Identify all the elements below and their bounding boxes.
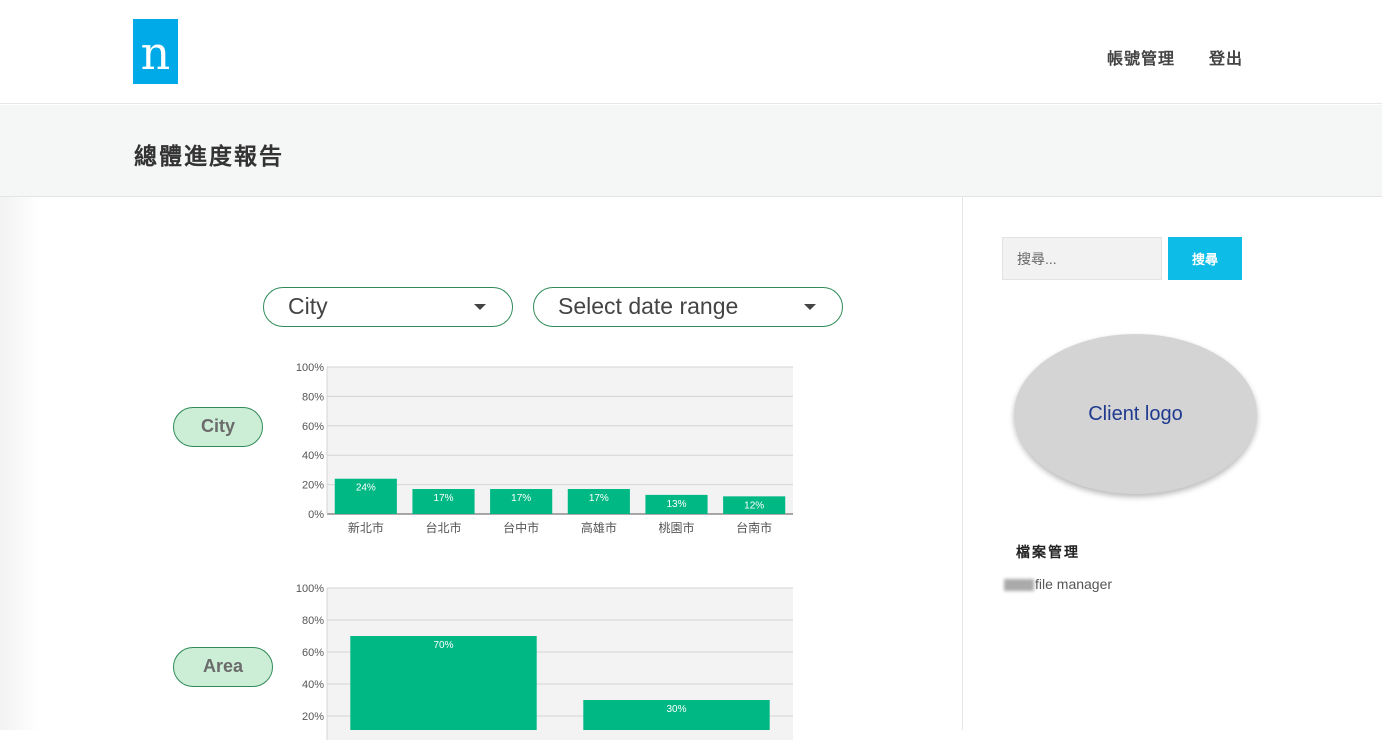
caret-down-icon [804, 304, 816, 310]
date-range-dropdown[interactable]: Select date range [533, 287, 843, 327]
page-title: 總體進度報告 [134, 143, 284, 169]
y-tick-label: 80% [302, 615, 324, 627]
brand-logo[interactable]: n [133, 19, 178, 84]
bar-value-label: 12% [744, 500, 764, 511]
x-tick-label: 新北市 [348, 520, 384, 535]
bar-value-label: 24% [356, 483, 376, 494]
y-tick-label: 40% [302, 450, 324, 462]
bar-value-label: 17% [511, 493, 531, 504]
date-range-dropdown-value: Select date range [558, 293, 739, 319]
x-tick-label: 台北市 [425, 520, 461, 535]
search-input[interactable] [1002, 237, 1162, 280]
left-shadow [0, 197, 40, 730]
caret-down-icon [474, 304, 486, 310]
y-tick-label: 100% [296, 362, 324, 374]
y-tick-label: 0% [308, 509, 324, 521]
bar-value-label: 17% [433, 493, 453, 504]
y-tick-label: 60% [302, 647, 324, 659]
file-manager-link[interactable]: file manager [1004, 576, 1112, 592]
bar-value-label: 30% [666, 704, 686, 715]
y-tick-label: 100% [296, 583, 324, 595]
y-tick-label: 80% [302, 391, 324, 403]
bar-value-label: 17% [589, 493, 609, 504]
bar-value-label: 13% [666, 499, 686, 510]
x-tick-label: 台南市 [736, 520, 772, 535]
y-tick-label: 40% [302, 679, 324, 691]
city-bar-chart: 0% 20% 40% 60% 80% 100% 24% 新北市 17% 台北市 17% 台中市 17% 高… [296, 362, 793, 535]
y-tick-label: 20% [302, 480, 324, 492]
nav-logout[interactable]: 登出 [1209, 45, 1243, 69]
redacted-text [1004, 579, 1034, 592]
city-dropdown[interactable]: City [263, 287, 513, 327]
title-bar: 總體進度報告 [0, 105, 1382, 197]
sidebar-divider [962, 197, 963, 730]
city-chart-label: City [173, 407, 263, 447]
x-tick-label: 高雄市 [581, 520, 617, 535]
file-manager-label: file manager [1035, 576, 1113, 592]
file-management-title: 檔案管理 [1016, 544, 1080, 560]
area-chart-label: Area [173, 647, 273, 687]
bar-value-label: 70% [433, 640, 453, 651]
client-logo: Client logo [1014, 334, 1257, 494]
nav-account-management[interactable]: 帳號管理 [1107, 45, 1175, 69]
area-bar-chart: 20% 40% 60% 80% 100% 70% 30% [296, 583, 793, 740]
site-header: n 帳號管理 登出 [0, 0, 1382, 104]
city-dropdown-value: City [288, 293, 328, 319]
y-tick-label: 60% [302, 421, 324, 433]
search-button[interactable]: 搜尋 [1168, 237, 1242, 280]
y-tick-label: 20% [302, 711, 324, 723]
x-tick-label: 桃園市 [658, 520, 694, 535]
x-tick-label: 台中市 [503, 520, 539, 535]
